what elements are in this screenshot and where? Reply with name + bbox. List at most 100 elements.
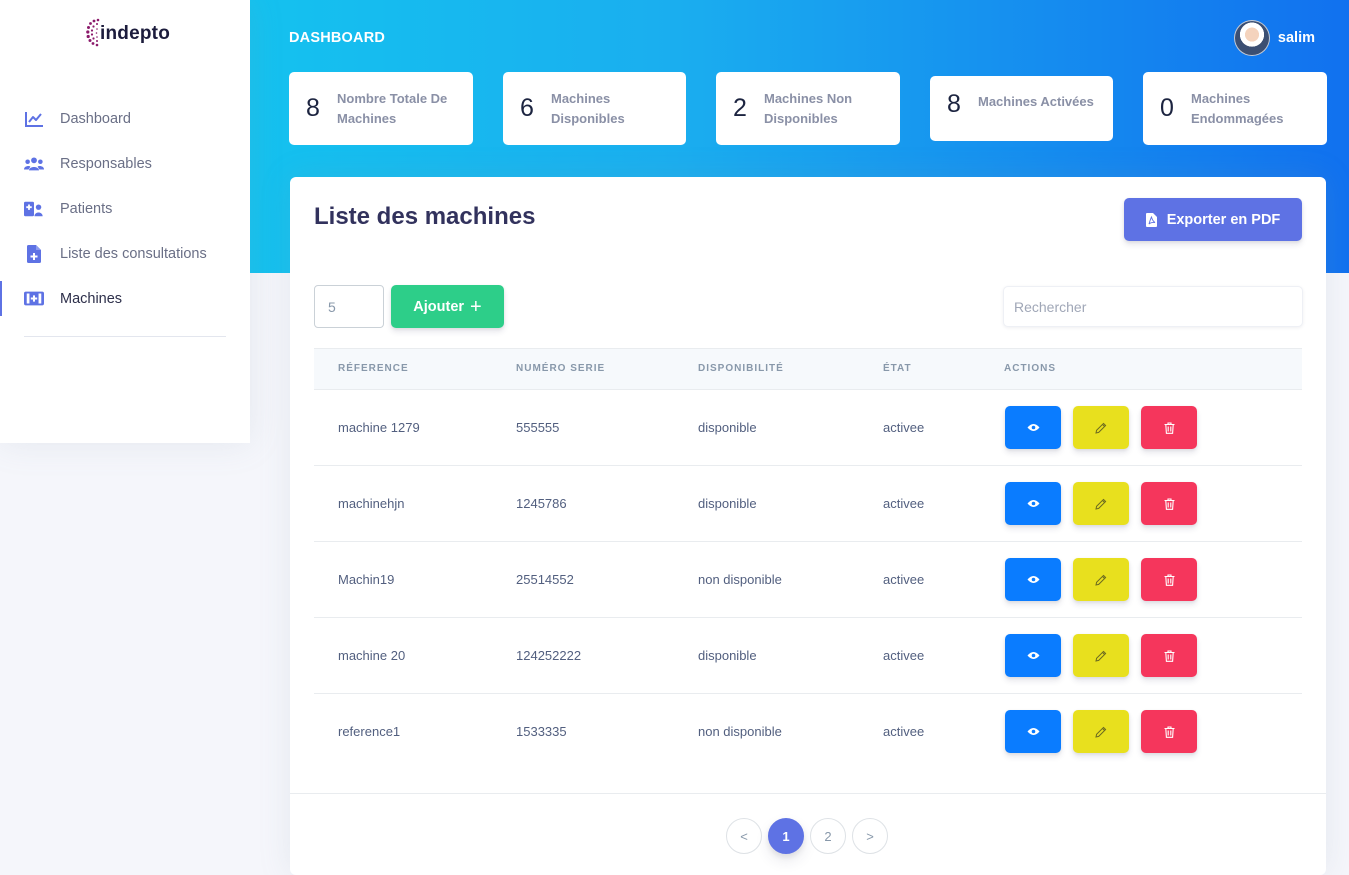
eye-icon <box>1027 500 1039 507</box>
pagination-page-2[interactable]: 2 <box>810 818 846 854</box>
user-menu[interactable]: salim <box>1233 20 1315 56</box>
page-size-input[interactable] <box>314 285 384 328</box>
medical-device-icon <box>24 289 44 309</box>
brand-name: indepto <box>100 23 170 44</box>
cell-disponibilite: disponible <box>698 496 757 511</box>
view-button[interactable] <box>1005 558 1061 601</box>
cell-reference: Machin19 <box>338 572 395 587</box>
stat-label-line: Machines <box>551 90 611 106</box>
cell-reference: machine 1279 <box>338 420 420 435</box>
stat-value: 6 <box>520 94 534 122</box>
cell-disponibilite: disponible <box>698 648 757 663</box>
pagination: < 1 2 > <box>726 818 894 854</box>
table-row: reference1 1533335 non disponible active… <box>314 694 1302 770</box>
machines-card: Liste des machines Exporter en PDF Ajout… <box>290 177 1326 875</box>
sidebar-divider <box>24 336 226 337</box>
stat-label-line: Machines <box>337 110 397 126</box>
eye-icon <box>1027 728 1039 735</box>
table-row: machinehjn 1245786 disponible activee <box>314 466 1302 542</box>
edit-button[interactable] <box>1073 558 1129 601</box>
stat-label-line: Disponibles <box>764 110 838 126</box>
sidebar-item-machines[interactable]: Machines <box>0 276 250 321</box>
pagination-prev[interactable]: < <box>726 818 762 854</box>
trash-icon <box>1164 573 1174 586</box>
sidebar-item-label: Patients <box>60 200 113 217</box>
column-header-serie[interactable]: Numéro serie <box>516 363 605 374</box>
chart-line-icon <box>24 109 44 129</box>
cell-disponibilite: disponible <box>698 420 757 435</box>
edit-button[interactable] <box>1073 710 1129 753</box>
delete-button[interactable] <box>1141 482 1197 525</box>
cell-reference: reference1 <box>338 724 401 739</box>
cell-etat: activee <box>883 572 925 587</box>
table-row: Machin19 25514552 non disponible activee <box>314 542 1302 618</box>
pagination-next[interactable]: > <box>852 818 888 854</box>
pencil-icon <box>1095 498 1107 510</box>
patient-icon <box>24 199 44 219</box>
users-icon <box>24 154 44 174</box>
cell-etat: activee <box>883 724 925 739</box>
pagination-page-1[interactable]: 1 <box>768 818 804 854</box>
edit-button[interactable] <box>1073 634 1129 677</box>
pencil-icon <box>1095 650 1107 662</box>
add-machine-label: Ajouter <box>413 298 465 315</box>
export-pdf-button[interactable]: Exporter en PDF <box>1124 198 1302 241</box>
export-pdf-label: Exporter en PDF <box>1166 211 1281 228</box>
delete-button[interactable] <box>1141 558 1197 601</box>
avatar <box>1233 20 1270 56</box>
column-header-disponibilite[interactable]: Disponibilité <box>698 363 784 374</box>
sidebar-nav: Dashboard Responsables Patients Liste de… <box>0 96 250 321</box>
stat-value: 8 <box>306 94 320 122</box>
sidebar-item-label: Machines <box>60 290 123 307</box>
delete-button[interactable] <box>1141 406 1197 449</box>
view-button[interactable] <box>1005 710 1061 753</box>
column-header-etat[interactable]: État <box>883 363 912 374</box>
pencil-icon <box>1095 726 1107 738</box>
view-button[interactable] <box>1005 406 1061 449</box>
edit-button[interactable] <box>1073 482 1129 525</box>
stat-card-disponibles: 6 Machines Disponibles <box>503 72 686 145</box>
cell-serie: 555555 <box>516 420 560 435</box>
eye-icon <box>1027 576 1039 583</box>
stat-label-line: Disponibles <box>551 110 625 126</box>
stat-label: Machines Endommagées <box>1191 89 1283 129</box>
card-title: Liste des machines <box>314 203 536 230</box>
brand-logo[interactable]: indepto <box>86 16 170 52</box>
column-header-reference[interactable]: Réference <box>338 363 409 374</box>
user-name: salim <box>1277 30 1315 46</box>
sidebar-item-label: Responsables <box>60 155 152 172</box>
view-button[interactable] <box>1005 482 1061 525</box>
trash-icon <box>1164 725 1174 738</box>
cell-etat: activee <box>883 420 925 435</box>
view-button[interactable] <box>1005 634 1061 677</box>
stat-card-total: 8 Nombre Totale De Machines <box>289 72 473 145</box>
sidebar-item-responsables[interactable]: Responsables <box>0 141 250 186</box>
card-footer-divider <box>290 793 1326 794</box>
trash-icon <box>1164 497 1174 510</box>
eye-icon <box>1027 652 1039 659</box>
table-header: Réference Numéro serie Disponibilité Éta… <box>314 348 1302 390</box>
file-pdf-icon <box>1145 212 1157 227</box>
stat-label-line: Endommagées <box>1191 110 1284 126</box>
sidebar-item-consultations[interactable]: Liste des consultations <box>0 231 250 276</box>
stat-label-line: Machines Non <box>764 90 853 106</box>
sidebar-item-dashboard[interactable]: Dashboard <box>0 96 250 141</box>
plus-icon: + <box>470 295 482 318</box>
sidebar-item-patients[interactable]: Patients <box>0 186 250 231</box>
add-machine-button[interactable]: Ajouter + <box>391 285 504 328</box>
stat-label-line: Machines Activées <box>978 94 1094 109</box>
cell-disponibilite: non disponible <box>698 724 782 739</box>
stat-label: Machines Non Disponibles <box>764 89 852 129</box>
stat-value: 8 <box>947 90 961 118</box>
delete-button[interactable] <box>1141 710 1197 753</box>
cell-etat: activee <box>883 496 925 511</box>
pencil-icon <box>1095 574 1107 586</box>
pencil-icon <box>1095 422 1107 434</box>
trash-icon <box>1164 649 1174 662</box>
table-row: machine 20 124252222 disponible activee <box>314 618 1302 694</box>
delete-button[interactable] <box>1141 634 1197 677</box>
edit-button[interactable] <box>1073 406 1129 449</box>
search-input[interactable] <box>1003 286 1303 327</box>
stat-value: 2 <box>733 94 747 122</box>
cell-reference: machine 20 <box>338 648 406 663</box>
